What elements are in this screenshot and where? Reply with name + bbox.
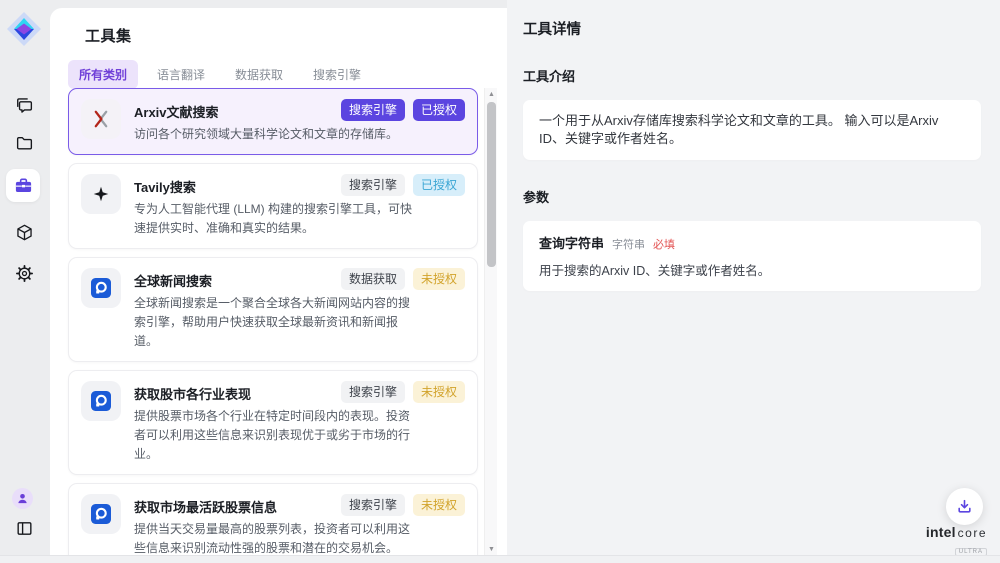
category-badge: 数据获取 [341, 268, 405, 290]
auth-badge: 已授权 [413, 99, 465, 121]
page-title: 工具集 [85, 25, 132, 46]
sidebar-item-files folder-icon[interactable] [13, 132, 35, 154]
tool-name: Arxiv文献搜索 [134, 99, 219, 121]
category-badge: 搜索引擎 [341, 174, 405, 196]
param-card: 查询字符串 字符串 必填 用于搜索的Arxiv ID、关键字或作者姓名。 [523, 221, 981, 291]
toolbox-icon [14, 176, 33, 195]
juhe-icon [81, 494, 121, 534]
tool-description: 全球新闻搜索是一个聚合全球各大新闻网站内容的搜索引擎，帮助用户快速获取全球最新资… [134, 294, 416, 351]
scroll-up-icon[interactable]: ▲ [485, 88, 498, 100]
tool-name: 获取市场最活跃股票信息 [134, 494, 277, 516]
auth-badge: 未授权 [413, 268, 465, 290]
scroll-down-icon[interactable]: ▼ [485, 543, 498, 555]
auth-badge: 未授权 [413, 494, 465, 516]
panel-toggle panel-icon[interactable] [13, 517, 35, 539]
download-icon [956, 498, 973, 515]
download-button[interactable] [946, 488, 983, 525]
params-heading: 参数 [523, 187, 981, 206]
sidebar-item-chat chat-icon[interactable] [13, 94, 35, 116]
window-bottom-edge [0, 555, 1000, 563]
tab-language-translation[interactable]: 语言翻译 [146, 60, 216, 89]
arxiv-icon [81, 99, 121, 139]
tool-card-arxiv[interactable]: Arxiv文献搜索 搜索引擎 已授权 访问各个研究领域大量科学论文和文章的存储库… [68, 88, 478, 155]
tool-card-tavily[interactable]: Tavily搜索 搜索引擎 已授权 专为人工智能代理 (LLM) 构建的搜索引擎… [68, 163, 478, 249]
app-logo gem-logo-icon [6, 11, 42, 47]
tool-description: 访问各个研究领域大量科学论文和文章的存储库。 [134, 125, 416, 144]
tool-card-global-news[interactable]: 全球新闻搜索 数据获取 未授权 全球新闻搜索是一个聚合全球各大新闻网站内容的搜索… [68, 257, 478, 362]
sidebar-item-toolbox-active[interactable] [6, 169, 40, 202]
tool-details-panel: 工具详情 工具介绍 一个用于从Arxiv存储库搜索科学论文和文章的工具。 输入可… [507, 0, 1000, 563]
param-type: 字符串 [612, 236, 645, 252]
tab-search-engine[interactable]: 搜索引擎 [302, 60, 372, 89]
sidebar-item-settings gear-icon[interactable] [13, 262, 35, 284]
category-badge: 搜索引擎 [341, 99, 405, 121]
tool-name: 获取股市各行业表现 [134, 381, 251, 403]
user-avatar user-icon[interactable] [12, 488, 33, 509]
sidebar-item-packages cube-icon[interactable] [13, 221, 35, 243]
tool-description: 提供当天交易量最高的股票列表，投资者可以利用这些信息来识别流动性强的股票和潜在的… [134, 520, 416, 558]
tool-description: 提供股票市场各个行业在特定时间段内的表现。投资者可以利用这些信息来识别表现优于或… [134, 407, 416, 464]
intel-wordmark: intel [926, 524, 956, 540]
details-title: 工具详情 [523, 18, 981, 39]
tool-card-active-stocks[interactable]: 获取市场最活跃股票信息 搜索引擎 未授权 提供当天交易量最高的股票列表，投资者可… [68, 483, 478, 563]
tool-description: 专为人工智能代理 (LLM) 构建的搜索引擎工具，可快速提供实时、准确和真实的结… [134, 200, 416, 238]
category-badge: 搜索引擎 [341, 381, 405, 403]
param-name: 查询字符串 [539, 233, 604, 252]
param-description: 用于搜索的Arxiv ID、关键字或作者姓名。 [539, 260, 965, 279]
tool-list-scrollbar[interactable]: ▲ ▼ [484, 88, 497, 555]
intro-card: 一个用于从Arxiv存储库搜索科学论文和文章的工具。 输入可以是Arxiv ID… [523, 100, 981, 160]
left-rail [0, 0, 50, 563]
auth-badge: 已授权 [413, 174, 465, 196]
sparkle-icon [81, 174, 121, 214]
tool-list: Arxiv文献搜索 搜索引擎 已授权 访问各个研究领域大量科学论文和文章的存储库… [68, 88, 478, 563]
tab-data-acquisition[interactable]: 数据获取 [224, 60, 294, 89]
core-wordmark: core [958, 526, 987, 540]
tool-name: Tavily搜索 [134, 174, 196, 196]
param-required-flag: 必填 [653, 236, 675, 252]
toolset-panel: 工具集 所有类别 语言翻译 数据获取 搜索引擎 Arxiv文献搜索 搜索引擎 已… [50, 8, 507, 563]
juhe-icon [81, 381, 121, 421]
tab-all-categories[interactable]: 所有类别 [68, 60, 138, 89]
tool-name: 全球新闻搜索 [134, 268, 212, 290]
tool-card-sector-performance[interactable]: 获取股市各行业表现 搜索引擎 未授权 提供股票市场各个行业在特定时间段内的表现。… [68, 370, 478, 475]
scrollbar-thumb[interactable] [487, 102, 496, 267]
category-badge: 搜索引擎 [341, 494, 405, 516]
juhe-icon [81, 268, 121, 308]
intro-text: 一个用于从Arxiv存储库搜索科学论文和文章的工具。 输入可以是Arxiv ID… [539, 113, 938, 146]
intro-heading: 工具介绍 [523, 66, 981, 85]
auth-badge: 未授权 [413, 381, 465, 403]
intel-core-logo: intel core ULTRA [927, 524, 987, 558]
category-tabs: 所有类别 语言翻译 数据获取 搜索引擎 [68, 60, 372, 89]
